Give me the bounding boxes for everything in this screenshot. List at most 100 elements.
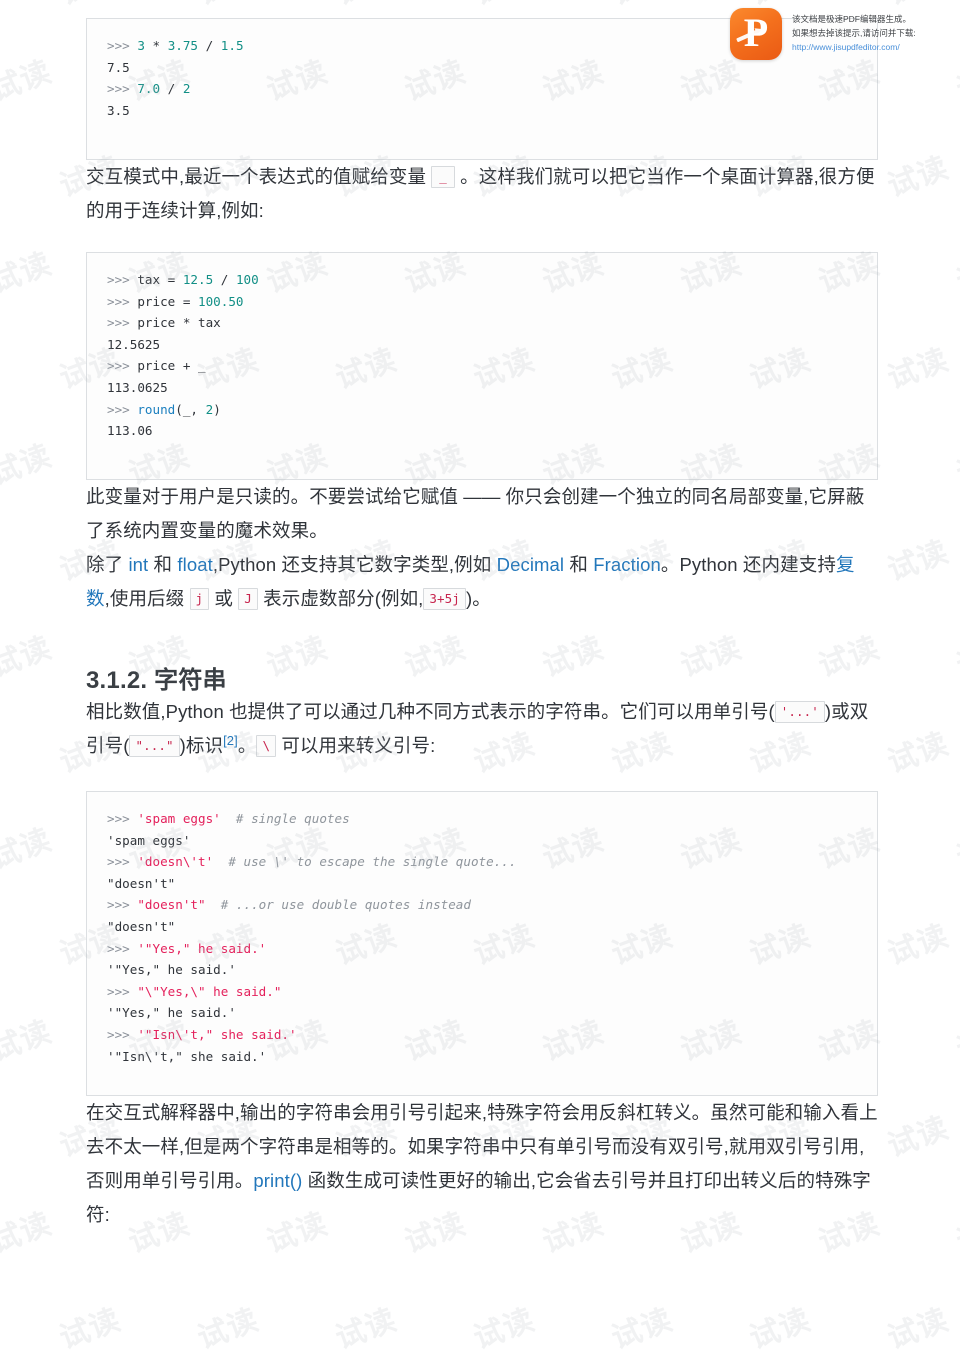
code-token: '"Yes," he said.' — [107, 1005, 236, 1021]
code-line: >>> 'spam eggs' # single quotes — [107, 808, 857, 830]
link-float[interactable]: float — [177, 554, 212, 575]
code-token: 113.06 — [107, 423, 153, 439]
code-block-underscore-variable: >>> tax = 12.5 / 100 >>> price = 100.50 >>… — [86, 252, 878, 480]
code-token: 'spam eggs' — [137, 811, 221, 826]
code-line: 'spam eggs' — [107, 830, 857, 852]
text-segment: 可以用来转义引号: — [276, 735, 436, 756]
code-token: * — [144, 38, 168, 53]
code-token: >>> — [107, 854, 138, 870]
code-block-3-lines: >>> 'spam eggs' # single quotes'spam egg… — [87, 792, 877, 1087]
code-token: # single quotes — [235, 811, 350, 826]
code-token: 12.5 — [182, 272, 214, 287]
code-token: 100 — [235, 272, 259, 287]
code-line: >>> '"Yes," he said.' — [107, 938, 857, 960]
code-line: >>> "\"Yes,\" he said." — [107, 981, 857, 1003]
text-segment: ,Python 还支持其它数字类型,例如 — [212, 554, 497, 575]
text-segment: )标识 — [179, 735, 224, 756]
code-token: '"Isn\'t," she said.' — [107, 1048, 267, 1064]
inline-code-single-quotes: '...' — [774, 701, 825, 723]
code-token: >>> — [107, 272, 138, 287]
code-token: 12.5625 — [107, 336, 161, 352]
code-token: ) — [213, 401, 221, 417]
paragraph-read-only-note: 此变量对于用户是只读的。不要尝试给它赋值 —— 你只会创建一个独立的同名局部变量… — [86, 486, 865, 541]
code-line: >>> price = 100.50 — [107, 291, 857, 313]
paragraph-interpreter-output: 在交互式解释器中,输出的字符串会用引号引起来,特殊字符会用反斜杠转义。虽然可能和… — [86, 1096, 878, 1232]
code-token: 1.5 — [220, 38, 244, 53]
text-segment: 和 — [148, 554, 178, 575]
text-segment: 除了 — [86, 554, 129, 575]
promo-line-2: 如果想去掉该提示,请访问并下载: — [792, 28, 916, 39]
text-segment: 和 — [564, 554, 594, 575]
code-line: '"Yes," he said.' — [107, 1002, 857, 1024]
text-segment: ,使用后缀 — [104, 588, 190, 609]
text-segment: )。 — [465, 588, 491, 609]
code-token: "doesn't" — [107, 918, 176, 934]
code-token: / — [198, 38, 221, 53]
code-line: >>> 'doesn\'t' # use \' to escape the si… — [107, 851, 857, 873]
code-line: >>> round(_, 2) — [107, 399, 857, 421]
inline-code-j-upper: J — [238, 588, 258, 610]
code-token: 3.75 — [167, 38, 199, 53]
code-token: >>> — [107, 897, 138, 913]
code-token: >>> — [107, 940, 138, 956]
code-block-2-lines: >>> tax = 12.5 / 100 >>> price = 100.50 >>… — [87, 253, 877, 462]
paragraph-strings-intro: 相比数值,Python 也提供了可以通过几种不同方式表示的字符串。它们可以用单引… — [86, 695, 878, 763]
code-token: price * tax — [137, 315, 221, 331]
code-token: # use \' to escape the single quote... — [228, 854, 517, 870]
text-segment: 交互模式中,最近一个表达式的值赋给变量 — [86, 166, 432, 187]
document-page: P 该文档是极速PDF编辑器生成。 如果想去掉该提示,请访问并下载: http:… — [0, 0, 960, 1357]
code-token: price = — [137, 293, 199, 309]
code-token: '"Yes," he said.' — [107, 962, 236, 978]
code-token: round — [137, 401, 176, 417]
text-segment: 或 — [209, 588, 239, 609]
code-token: >>> — [107, 358, 138, 374]
footnote-marker-2[interactable]: [2] — [223, 733, 238, 748]
text-segment: 。Python 还内建支持 — [660, 554, 836, 575]
code-token: price + _ — [137, 358, 206, 374]
code-token: / — [160, 81, 183, 97]
text-segment: 表示虚数部分(例如, — [257, 588, 424, 609]
code-line: '"Yes," he said.' — [107, 959, 857, 981]
pdf-editor-logo-icon: P — [730, 8, 782, 60]
code-token: >>> — [107, 811, 138, 826]
code-token: >>> — [107, 38, 138, 53]
code-line: 3.5 — [107, 100, 857, 122]
code-line: 12.5625 — [107, 334, 857, 356]
section-heading-strings: 3.1.2. 字符串 — [86, 667, 227, 694]
code-line: "doesn't" — [107, 916, 857, 938]
inline-code-complex-literal: 3+5j — [423, 588, 466, 610]
inline-code-double-quotes: "..." — [129, 735, 180, 757]
code-line: >>> tax = 12.5 / 100 — [107, 269, 857, 291]
code-token: '"Isn\'t," she said.' — [137, 1026, 297, 1042]
code-token: (_, — [175, 401, 206, 417]
code-line: 113.06 — [107, 420, 857, 442]
code-line: '"Isn\'t," she said.' — [107, 1046, 857, 1068]
promo-line-1: 该文档是极速PDF编辑器生成。 — [792, 14, 912, 24]
code-line: >>> '"Isn\'t," she said.' — [107, 1024, 857, 1046]
link-print-function[interactable]: print() — [253, 1170, 302, 1191]
inline-code-underscore: _ — [431, 166, 455, 188]
link-decimal[interactable]: Decimal — [497, 554, 565, 575]
promo-url-link[interactable]: http://www.jisupdfeditor.com/ — [792, 42, 900, 52]
code-token: >>> — [107, 983, 138, 999]
code-token: # ...or use double quotes instead — [220, 897, 471, 913]
code-token: >>> — [107, 315, 138, 331]
code-block-string-quoting: >>> 'spam eggs' # single quotes'spam egg… — [86, 791, 878, 1096]
code-token: "doesn't" — [107, 875, 176, 891]
code-line: >>> price * tax — [107, 312, 857, 334]
link-int[interactable]: int — [128, 554, 148, 575]
code-token: >>> — [107, 293, 138, 309]
code-line: 113.0625 — [107, 377, 857, 399]
text-segment: 相比数值,Python 也提供了可以通过几种不同方式表示的字符串。它们可以用单引… — [86, 701, 775, 722]
code-token: 100.50 — [198, 293, 244, 309]
code-token: 2 — [182, 81, 191, 97]
code-token: 7.5 — [107, 59, 130, 75]
code-token: / — [213, 272, 236, 287]
code-token: 3 — [137, 38, 145, 53]
inline-code-backslash: \ — [256, 735, 277, 757]
code-line: "doesn't" — [107, 873, 857, 895]
link-fraction[interactable]: Fraction — [593, 554, 661, 575]
